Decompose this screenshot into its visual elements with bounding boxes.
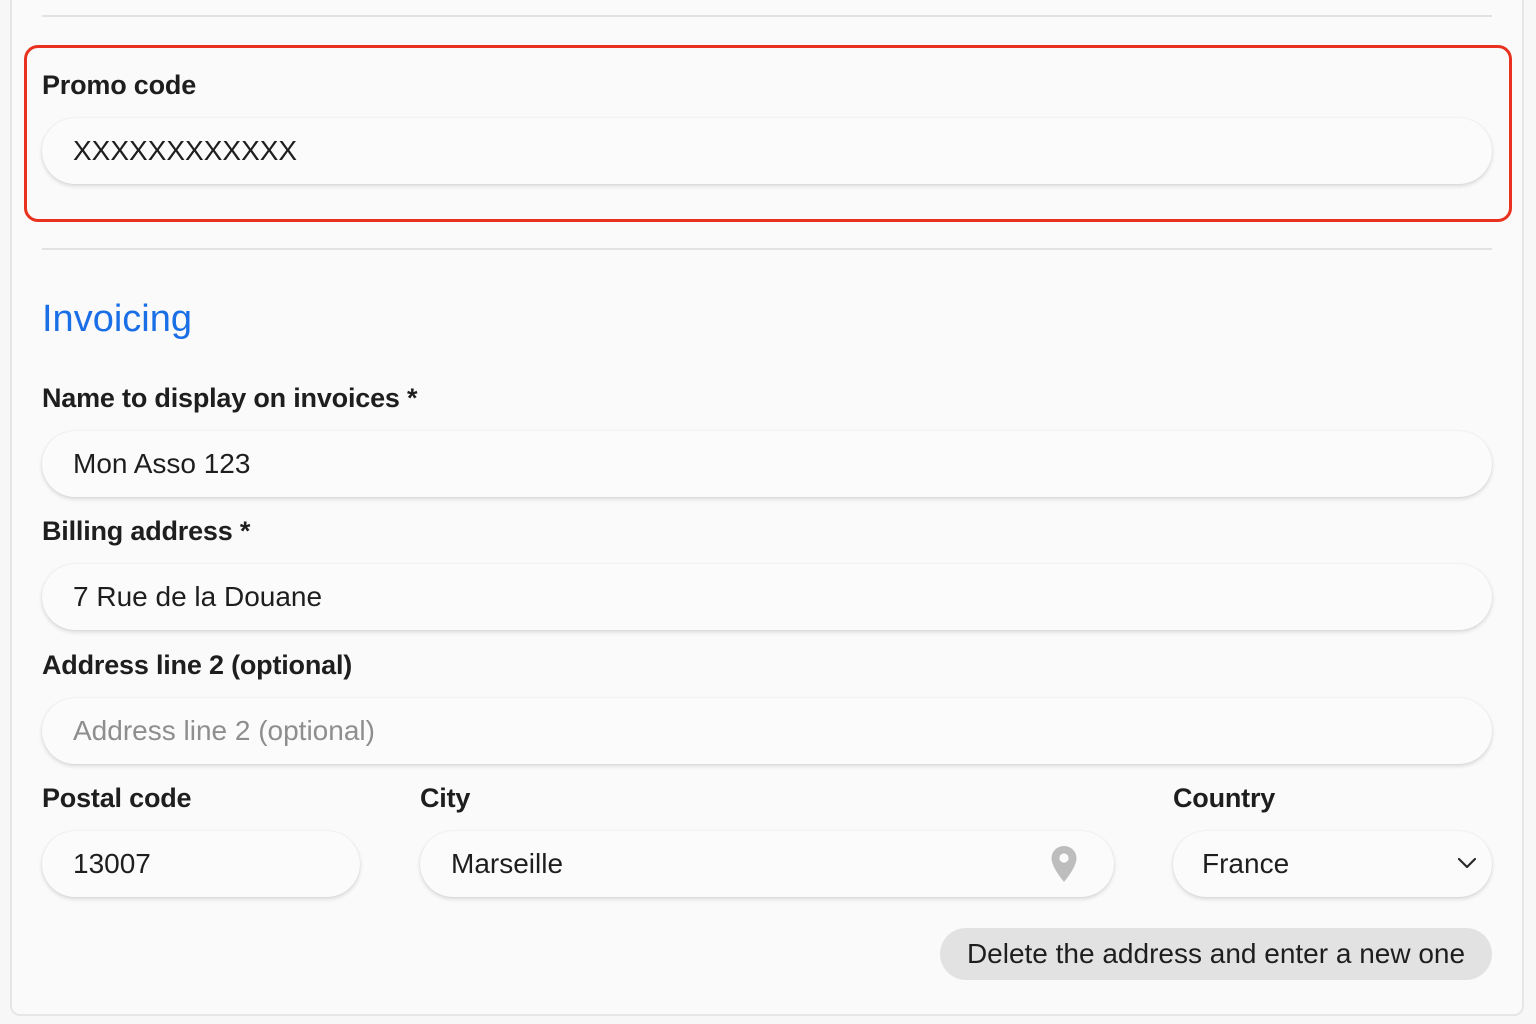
postal-code-value: 13007 (73, 848, 151, 879)
country-select[interactable]: France (1173, 831, 1492, 897)
invoicing-section-title: Invoicing (42, 298, 192, 340)
address-line2-placeholder: Address line 2 (optional) (73, 715, 375, 746)
delete-address-button-label: Delete the address and enter a new one (966, 938, 1466, 969)
billing-address-input[interactable]: 7 Rue de la Douane (42, 564, 1492, 630)
invoice-name-label: Name to display on invoices * (42, 383, 418, 413)
billing-address-label: Billing address * (42, 516, 251, 546)
invoice-name-input[interactable]: Mon Asso 123 (42, 431, 1492, 497)
city-value: Marseille (451, 848, 564, 879)
address-line2-label: Address line 2 (optional) (42, 650, 353, 680)
chevron-down-icon (1457, 857, 1477, 869)
divider (42, 15, 1492, 17)
promo-code-input[interactable]: XXXXXXXXXXXX (42, 118, 1492, 184)
country-label: Country (1173, 783, 1276, 813)
city-input[interactable]: Marseille (420, 831, 1114, 897)
postal-code-label: Postal code (42, 783, 192, 813)
billing-address-value: 7 Rue de la Douane (73, 581, 323, 612)
city-label: City (420, 783, 471, 813)
delete-address-button[interactable]: Delete the address and enter a new one (940, 928, 1492, 980)
promo-code-label: Promo code (42, 70, 197, 100)
country-value: France (1202, 848, 1290, 879)
address-line2-input[interactable]: Address line 2 (optional) (42, 698, 1492, 764)
postal-code-input[interactable]: 13007 (42, 831, 360, 897)
divider (42, 248, 1492, 250)
promo-code-value: XXXXXXXXXXXX (73, 135, 298, 166)
invoice-name-value: Mon Asso 123 (73, 448, 251, 479)
map-pin-icon[interactable] (1050, 845, 1078, 883)
